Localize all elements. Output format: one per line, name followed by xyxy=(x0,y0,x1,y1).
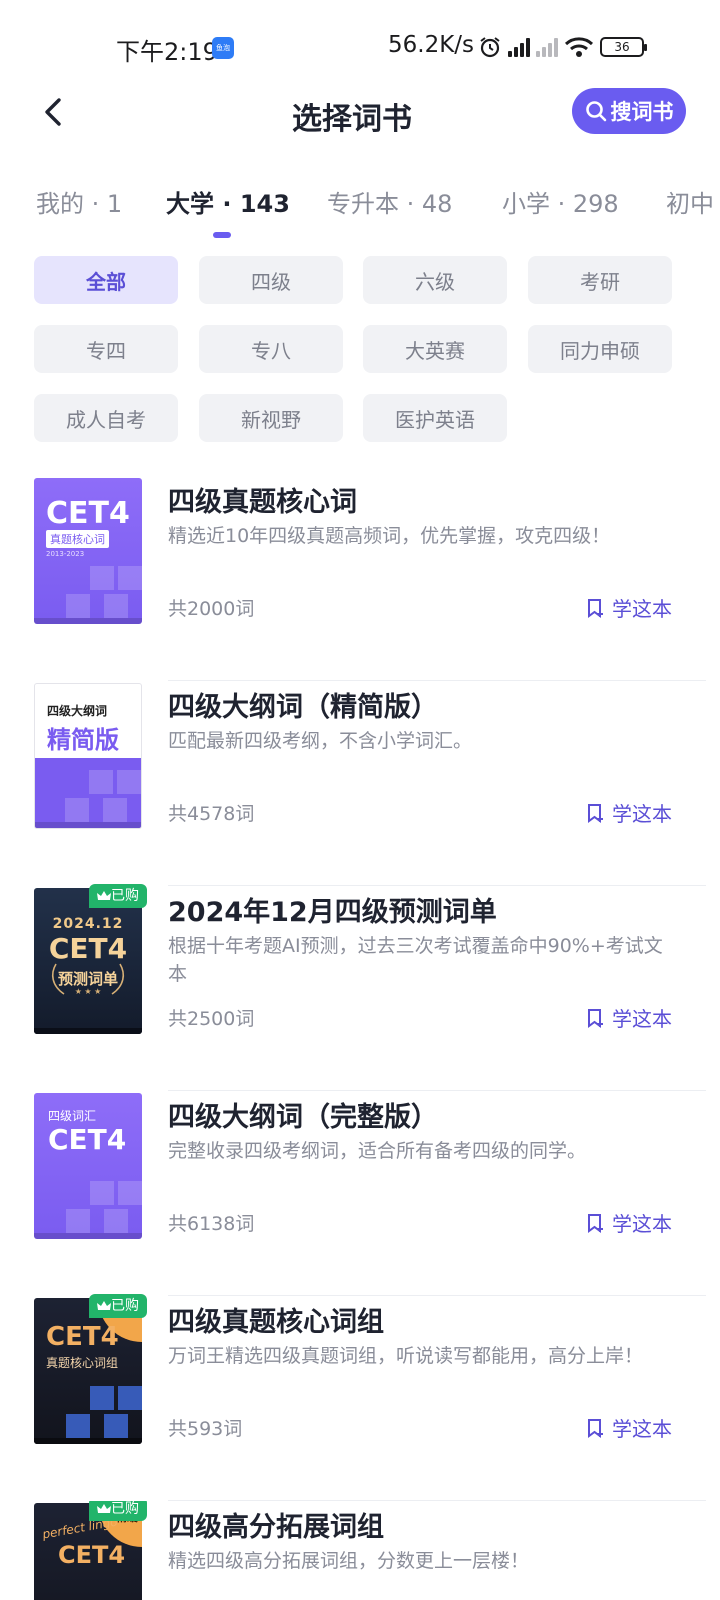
bookmark-add-icon xyxy=(588,598,603,618)
tab-university[interactable]: 大学 · 143 xyxy=(166,184,290,219)
cover-subtitle: 四级词汇 xyxy=(48,1109,97,1123)
network-speed: 56.2K/s xyxy=(388,32,475,58)
book-title: 四级大纲词（完整版） xyxy=(168,1102,438,1133)
tab-upgrade[interactable]: 专升本 · 48 xyxy=(327,184,452,219)
crown-icon xyxy=(97,1301,111,1310)
book-description: 完整收录四级考纲词，适合所有备考四级的同学。 xyxy=(168,1140,587,1162)
chip-self-study[interactable]: 成人自考 xyxy=(34,394,178,442)
chip-postgrad[interactable]: 考研 xyxy=(528,256,672,304)
study-this-button[interactable]: 学这本 xyxy=(584,1413,672,1442)
search-books-label: 搜词书 xyxy=(610,100,674,124)
chip-tem4[interactable]: 专四 xyxy=(34,325,178,373)
cover-title: CET4 xyxy=(46,496,130,531)
study-this-label: 学这本 xyxy=(612,597,672,621)
status-icons: 36 xyxy=(478,35,647,59)
checker-pattern-icon xyxy=(66,566,142,618)
book-title: 四级大纲词（精简版） xyxy=(168,692,438,723)
cover-title: CET4 xyxy=(46,1322,119,1352)
word-count: 共2500词 xyxy=(168,1008,255,1030)
book-cover: CET4 真题核心词 2013-2023 xyxy=(34,478,142,624)
purchased-badge: 已购 xyxy=(89,1501,147,1521)
study-this-button[interactable]: 学这本 xyxy=(584,1003,672,1032)
study-this-button[interactable]: 学这本 xyxy=(584,593,672,622)
list-item[interactable]: 四级大纲词 精简版 四级大纲词（精简版） 匹配最新四级考纲，不含小学词汇。 共4… xyxy=(0,681,720,886)
list-item[interactable]: CET4 真题核心词 2013-2023 四级真题核心词 精选近10年四级真题高… xyxy=(0,476,720,681)
list-item[interactable]: 已购 2024.12 CET4 预测词单 ★ ★ ★ 2024年12月四级预测词… xyxy=(0,884,720,1091)
list-item[interactable]: 已购 精编 CET4 真题核心词组 四级真题核心词组 万词王精选四级真题词组，听… xyxy=(0,1294,720,1501)
word-count: 共2000词 xyxy=(168,598,255,620)
chip-medical[interactable]: 医护英语 xyxy=(363,394,507,442)
study-this-label: 学这本 xyxy=(612,1417,672,1441)
cover-subtitle: 精简版 xyxy=(47,726,119,754)
book-title: 四级真题核心词组 xyxy=(168,1307,384,1338)
bookmark-add-icon xyxy=(588,1418,603,1438)
chip-cet4[interactable]: 四级 xyxy=(199,256,343,304)
book-description: 匹配最新四级考纲，不含小学词汇。 xyxy=(168,730,473,752)
book-description: 万词王精选四级真题词组，听说读写都能用，高分上岸！ xyxy=(168,1345,644,1367)
laurel-icon: ★ ★ ★ xyxy=(51,963,125,996)
word-count: 共4578词 xyxy=(168,803,255,825)
book-cover: 精编 CET4 真题核心词组 xyxy=(34,1298,142,1444)
chip-equivalent-degree[interactable]: 同力申硕 xyxy=(528,325,672,373)
category-tabs: 我的 · 1 大学 · 143 专升本 · 48 小学 · 298 初中 xyxy=(0,178,720,238)
status-time: 下午2:19 xyxy=(116,38,218,66)
purchased-badge: 已购 xyxy=(89,884,147,908)
book-description: 根据十年考题AI预测，过去三次考试覆盖命中90%+考试文本 xyxy=(168,935,663,985)
book-cover: 四级词汇 CET4 xyxy=(34,1093,142,1239)
study-this-label: 学这本 xyxy=(612,1212,672,1236)
crown-icon xyxy=(97,1504,111,1513)
signal-2-icon xyxy=(536,37,558,57)
app-header: 选择词书 搜词书 xyxy=(0,80,720,144)
crown-icon xyxy=(97,891,111,900)
cover-title: 四级大纲词 xyxy=(47,704,108,718)
book-description: 精选近10年四级真题高频词，优先掌握，攻克四级！ xyxy=(168,525,611,547)
tab-indicator xyxy=(213,232,231,238)
cover-subtitle: 真题核心词 xyxy=(46,530,109,548)
tab-primary[interactable]: 小学 · 298 xyxy=(502,184,619,219)
checker-pattern-icon xyxy=(66,1181,142,1233)
bookmark-add-icon xyxy=(588,1213,603,1233)
cover-date: 2024.12 xyxy=(52,916,124,932)
book-title: 2024年12月四级预测词单 xyxy=(168,897,497,928)
tab-mine[interactable]: 我的 · 1 xyxy=(36,184,122,219)
list-item[interactable]: 已购 精编 perfect lingo CET4 四级高分拓展词组 精选四级高分… xyxy=(0,1501,720,1600)
book-cover: 四级大纲词 精简版 xyxy=(34,683,142,829)
checker-pattern-icon xyxy=(66,1386,142,1438)
search-books-button[interactable]: 搜词书 xyxy=(572,88,686,134)
chip-all[interactable]: 全部 xyxy=(34,256,178,304)
word-count: 共593词 xyxy=(168,1418,243,1440)
word-count: 共6138词 xyxy=(168,1213,255,1235)
study-this-button[interactable]: 学这本 xyxy=(584,1208,672,1237)
cover-years: 2013-2023 xyxy=(46,550,85,558)
chip-cet6[interactable]: 六级 xyxy=(363,256,507,304)
bookmark-add-icon xyxy=(588,1008,603,1028)
alarm-icon xyxy=(480,37,500,58)
tab-junior[interactable]: 初中 xyxy=(666,184,714,219)
signal-hd-icon xyxy=(508,37,530,57)
book-title: 四级高分拓展词组 xyxy=(168,1512,384,1543)
svg-text:★ ★ ★: ★ ★ ★ xyxy=(75,987,102,996)
app-notification-icon: 鱼泡 xyxy=(212,37,234,59)
chip-tem8[interactable]: 专八 xyxy=(199,325,343,373)
chip-new-horizon[interactable]: 新视野 xyxy=(199,394,343,442)
bookmark-add-icon xyxy=(588,803,603,823)
status-bar: 下午2:19 鱼泡 56.2K/s 36 xyxy=(0,0,720,92)
book-description: 精选四级高分拓展词组，分数更上一层楼！ xyxy=(168,1550,530,1572)
checker-pattern-icon xyxy=(65,770,141,822)
battery-icon: 36 xyxy=(600,37,647,57)
search-icon xyxy=(585,101,606,122)
book-cover: 2024.12 CET4 预测词单 ★ ★ ★ xyxy=(34,888,142,1034)
chip-contest[interactable]: 大英赛 xyxy=(363,325,507,373)
wifi-icon xyxy=(564,37,594,57)
study-this-label: 学这本 xyxy=(612,1007,672,1031)
study-this-button[interactable]: 学这本 xyxy=(584,798,672,827)
cover-title: CET4 xyxy=(48,1123,127,1156)
cover-title: CET4 xyxy=(58,1541,126,1569)
list-item[interactable]: 四级词汇 CET4 四级大纲词（完整版） 完整收录四级考纲词，适合所有备考四级的… xyxy=(0,1091,720,1296)
study-this-label: 学这本 xyxy=(612,802,672,826)
purchased-badge: 已购 xyxy=(89,1294,147,1318)
book-title: 四级真题核心词 xyxy=(168,487,357,518)
cover-subtitle: 真题核心词组 xyxy=(46,1356,119,1370)
